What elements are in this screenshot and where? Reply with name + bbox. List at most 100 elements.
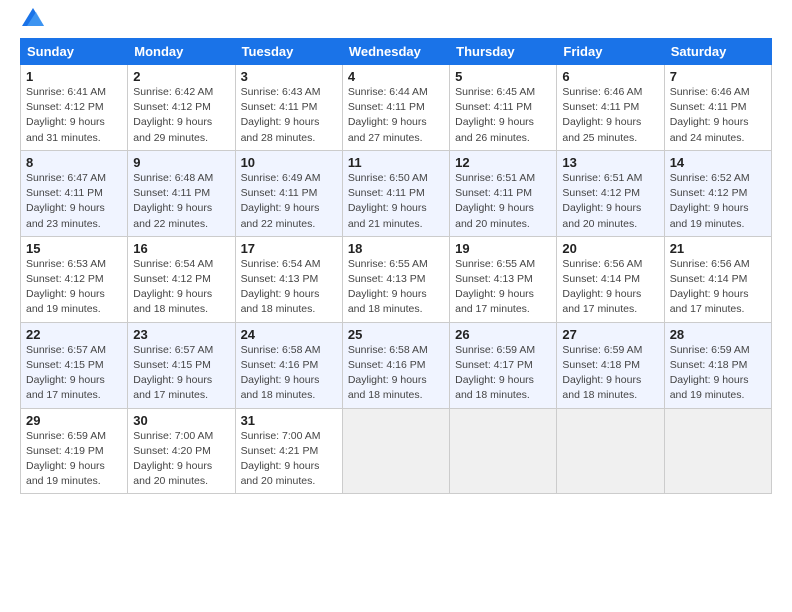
sunset-text: Sunset: 4:11 PM	[348, 186, 444, 201]
calendar-cell	[664, 408, 771, 494]
sunrise-text: Sunrise: 6:41 AM	[26, 85, 122, 100]
daylight-text: Daylight: 9 hours and 24 minutes.	[670, 115, 766, 145]
calendar-cell: 16Sunrise: 6:54 AMSunset: 4:12 PMDayligh…	[128, 236, 235, 322]
calendar-week-5: 29Sunrise: 6:59 AMSunset: 4:19 PMDayligh…	[21, 408, 772, 494]
day-info: Sunrise: 6:59 AMSunset: 4:18 PMDaylight:…	[670, 343, 766, 404]
daylight-text: Daylight: 9 hours and 31 minutes.	[26, 115, 122, 145]
daylight-text: Daylight: 9 hours and 18 minutes.	[562, 373, 658, 403]
sunrise-text: Sunrise: 6:43 AM	[241, 85, 337, 100]
calendar-week-2: 8Sunrise: 6:47 AMSunset: 4:11 PMDaylight…	[21, 150, 772, 236]
sunrise-text: Sunrise: 6:58 AM	[348, 343, 444, 358]
daylight-text: Daylight: 9 hours and 25 minutes.	[562, 115, 658, 145]
weekday-header-friday: Friday	[557, 39, 664, 65]
sunrise-text: Sunrise: 6:59 AM	[455, 343, 551, 358]
day-info: Sunrise: 6:46 AMSunset: 4:11 PMDaylight:…	[670, 85, 766, 146]
daylight-text: Daylight: 9 hours and 19 minutes.	[26, 459, 122, 489]
calendar-cell: 8Sunrise: 6:47 AMSunset: 4:11 PMDaylight…	[21, 150, 128, 236]
calendar-cell: 3Sunrise: 6:43 AMSunset: 4:11 PMDaylight…	[235, 65, 342, 151]
sunrise-text: Sunrise: 6:58 AM	[241, 343, 337, 358]
sunrise-text: Sunrise: 6:52 AM	[670, 171, 766, 186]
day-info: Sunrise: 6:45 AMSunset: 4:11 PMDaylight:…	[455, 85, 551, 146]
daylight-text: Daylight: 9 hours and 29 minutes.	[133, 115, 229, 145]
calendar-week-4: 22Sunrise: 6:57 AMSunset: 4:15 PMDayligh…	[21, 322, 772, 408]
weekday-header-tuesday: Tuesday	[235, 39, 342, 65]
day-info: Sunrise: 6:59 AMSunset: 4:18 PMDaylight:…	[562, 343, 658, 404]
sunrise-text: Sunrise: 6:51 AM	[562, 171, 658, 186]
day-number: 24	[241, 327, 337, 342]
calendar-cell	[450, 408, 557, 494]
calendar-cell: 26Sunrise: 6:59 AMSunset: 4:17 PMDayligh…	[450, 322, 557, 408]
daylight-text: Daylight: 9 hours and 18 minutes.	[133, 287, 229, 317]
sunrise-text: Sunrise: 6:54 AM	[133, 257, 229, 272]
calendar-cell: 13Sunrise: 6:51 AMSunset: 4:12 PMDayligh…	[557, 150, 664, 236]
day-number: 15	[26, 241, 122, 256]
day-number: 16	[133, 241, 229, 256]
daylight-text: Daylight: 9 hours and 17 minutes.	[26, 373, 122, 403]
day-number: 8	[26, 155, 122, 170]
calendar-cell: 6Sunrise: 6:46 AMSunset: 4:11 PMDaylight…	[557, 65, 664, 151]
day-info: Sunrise: 6:55 AMSunset: 4:13 PMDaylight:…	[455, 257, 551, 318]
daylight-text: Daylight: 9 hours and 20 minutes.	[133, 459, 229, 489]
day-info: Sunrise: 6:43 AMSunset: 4:11 PMDaylight:…	[241, 85, 337, 146]
sunrise-text: Sunrise: 6:59 AM	[562, 343, 658, 358]
sunset-text: Sunset: 4:16 PM	[348, 358, 444, 373]
day-info: Sunrise: 6:54 AMSunset: 4:13 PMDaylight:…	[241, 257, 337, 318]
day-number: 17	[241, 241, 337, 256]
calendar-header-row: SundayMondayTuesdayWednesdayThursdayFrid…	[21, 39, 772, 65]
day-number: 19	[455, 241, 551, 256]
day-number: 28	[670, 327, 766, 342]
calendar-week-1: 1Sunrise: 6:41 AMSunset: 4:12 PMDaylight…	[21, 65, 772, 151]
sunrise-text: Sunrise: 6:54 AM	[241, 257, 337, 272]
sunrise-text: Sunrise: 6:46 AM	[670, 85, 766, 100]
calendar-cell: 19Sunrise: 6:55 AMSunset: 4:13 PMDayligh…	[450, 236, 557, 322]
calendar-cell: 22Sunrise: 6:57 AMSunset: 4:15 PMDayligh…	[21, 322, 128, 408]
sunrise-text: Sunrise: 6:57 AM	[26, 343, 122, 358]
sunrise-text: Sunrise: 6:51 AM	[455, 171, 551, 186]
day-number: 1	[26, 69, 122, 84]
calendar-cell: 5Sunrise: 6:45 AMSunset: 4:11 PMDaylight…	[450, 65, 557, 151]
sunset-text: Sunset: 4:12 PM	[26, 272, 122, 287]
sunset-text: Sunset: 4:18 PM	[670, 358, 766, 373]
sunset-text: Sunset: 4:19 PM	[26, 444, 122, 459]
daylight-text: Daylight: 9 hours and 28 minutes.	[241, 115, 337, 145]
weekday-header-wednesday: Wednesday	[342, 39, 449, 65]
day-info: Sunrise: 6:56 AMSunset: 4:14 PMDaylight:…	[562, 257, 658, 318]
day-number: 3	[241, 69, 337, 84]
calendar-cell: 17Sunrise: 6:54 AMSunset: 4:13 PMDayligh…	[235, 236, 342, 322]
calendar-cell: 7Sunrise: 6:46 AMSunset: 4:11 PMDaylight…	[664, 65, 771, 151]
daylight-text: Daylight: 9 hours and 27 minutes.	[348, 115, 444, 145]
sunrise-text: Sunrise: 6:59 AM	[26, 429, 122, 444]
sunrise-text: Sunrise: 6:56 AM	[562, 257, 658, 272]
sunrise-text: Sunrise: 7:00 AM	[241, 429, 337, 444]
daylight-text: Daylight: 9 hours and 17 minutes.	[455, 287, 551, 317]
sunset-text: Sunset: 4:15 PM	[26, 358, 122, 373]
sunrise-text: Sunrise: 6:53 AM	[26, 257, 122, 272]
sunset-text: Sunset: 4:15 PM	[133, 358, 229, 373]
daylight-text: Daylight: 9 hours and 17 minutes.	[133, 373, 229, 403]
day-number: 13	[562, 155, 658, 170]
weekday-header-monday: Monday	[128, 39, 235, 65]
day-number: 20	[562, 241, 658, 256]
calendar-cell: 20Sunrise: 6:56 AMSunset: 4:14 PMDayligh…	[557, 236, 664, 322]
day-info: Sunrise: 6:59 AMSunset: 4:19 PMDaylight:…	[26, 429, 122, 490]
day-info: Sunrise: 6:58 AMSunset: 4:16 PMDaylight:…	[348, 343, 444, 404]
daylight-text: Daylight: 9 hours and 18 minutes.	[241, 373, 337, 403]
calendar-cell: 9Sunrise: 6:48 AMSunset: 4:11 PMDaylight…	[128, 150, 235, 236]
calendar-cell: 30Sunrise: 7:00 AMSunset: 4:20 PMDayligh…	[128, 408, 235, 494]
daylight-text: Daylight: 9 hours and 17 minutes.	[670, 287, 766, 317]
day-number: 12	[455, 155, 551, 170]
day-info: Sunrise: 6:46 AMSunset: 4:11 PMDaylight:…	[562, 85, 658, 146]
main-container: SundayMondayTuesdayWednesdayThursdayFrid…	[0, 0, 792, 504]
sunset-text: Sunset: 4:11 PM	[133, 186, 229, 201]
sunrise-text: Sunrise: 6:48 AM	[133, 171, 229, 186]
sunset-text: Sunset: 4:11 PM	[348, 100, 444, 115]
daylight-text: Daylight: 9 hours and 22 minutes.	[241, 201, 337, 231]
sunset-text: Sunset: 4:11 PM	[455, 186, 551, 201]
calendar-cell: 28Sunrise: 6:59 AMSunset: 4:18 PMDayligh…	[664, 322, 771, 408]
day-number: 22	[26, 327, 122, 342]
calendar-cell: 1Sunrise: 6:41 AMSunset: 4:12 PMDaylight…	[21, 65, 128, 151]
sunrise-text: Sunrise: 7:00 AM	[133, 429, 229, 444]
calendar-cell	[342, 408, 449, 494]
daylight-text: Daylight: 9 hours and 23 minutes.	[26, 201, 122, 231]
day-info: Sunrise: 6:42 AMSunset: 4:12 PMDaylight:…	[133, 85, 229, 146]
